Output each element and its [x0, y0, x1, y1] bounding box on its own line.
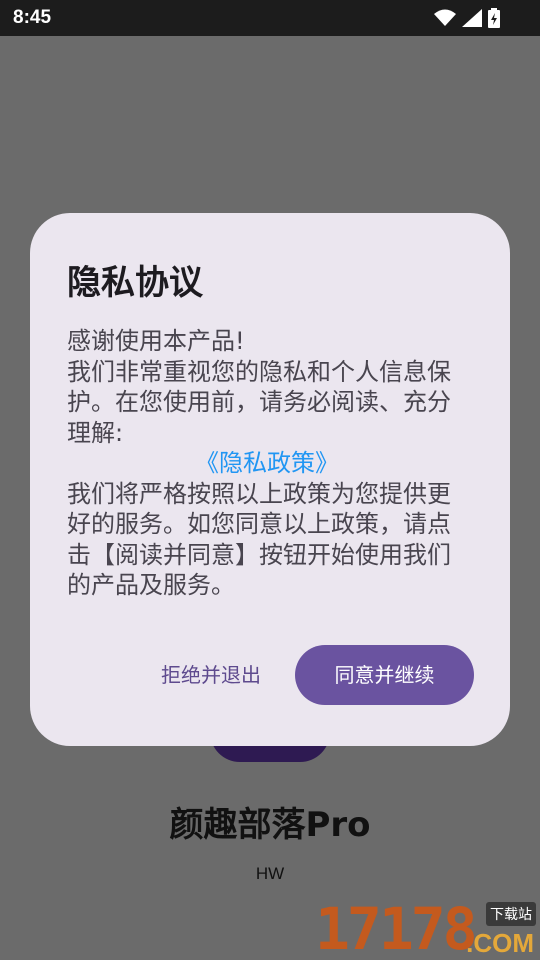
- status-time: 8:45: [13, 7, 52, 28]
- watermark-tag: 下载站: [486, 902, 536, 926]
- body-text-thanks: 感谢使用本产品!: [67, 327, 245, 355]
- reject-exit-button[interactable]: 拒绝并退出: [152, 655, 270, 695]
- app-author: HW: [255, 864, 285, 883]
- body-text-intro: 我们非常重视您的隐私和个人信息保护。在您使用前，请务必阅读、充分理解:: [67, 357, 451, 447]
- watermark-domain: .COM: [466, 928, 534, 958]
- watermark-logo: 17178 下载站 .COM: [315, 898, 540, 960]
- dialog-title: 隐私协议: [67, 263, 203, 303]
- watermark-number: 17178: [315, 895, 478, 960]
- body-text-consent: 我们将严格按照以上政策为您提供更好的服务。如您同意以上政策，请点击【阅读并同意】…: [67, 479, 451, 600]
- wifi-icon: [434, 9, 456, 26]
- battery-charging-icon: [488, 8, 500, 28]
- privacy-policy-link[interactable]: 《隐私政策》: [67, 448, 467, 479]
- status-bar: 8:45: [0, 0, 540, 36]
- app-name: 颜趣部落Pro: [169, 805, 371, 845]
- agree-continue-button[interactable]: 同意并继续: [295, 645, 474, 705]
- signal-icon: [462, 9, 482, 27]
- privacy-dialog: 隐私协议 感谢使用本产品! 我们非常重视您的隐私和个人信息保护。在您使用前，请务…: [30, 213, 510, 746]
- dialog-body: 感谢使用本产品! 我们非常重视您的隐私和个人信息保护。在您使用前，请务必阅读、充…: [67, 326, 467, 601]
- status-icons: [434, 8, 500, 28]
